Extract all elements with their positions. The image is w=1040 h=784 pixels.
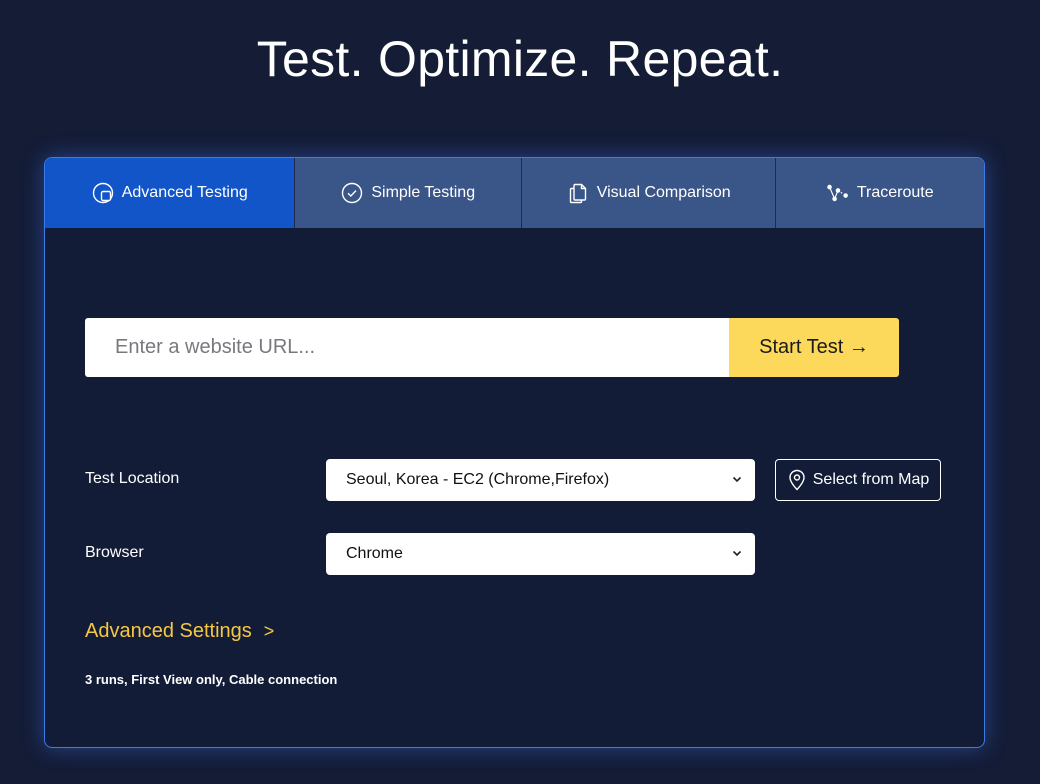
browser-select[interactable]: Chrome — [326, 533, 755, 575]
test-location-label: Test Location — [85, 470, 180, 487]
check-circle-icon — [341, 182, 363, 204]
test-location-select[interactable]: Seoul, Korea - EC2 (Chrome,Firefox) — [326, 459, 755, 501]
tab-label: Traceroute — [856, 184, 934, 201]
map-pin-icon — [789, 469, 805, 491]
tab-advanced-testing[interactable]: Advanced Testing — [45, 158, 295, 228]
browser-value: Chrome — [346, 545, 403, 562]
page-headline: Test. Optimize. Repeat. — [256, 31, 784, 87]
tab-traceroute[interactable]: Traceroute — [775, 158, 984, 228]
page: Test. Optimize. Repeat. Advanced Testing — [0, 0, 1040, 784]
tab-label: Visual Comparison — [596, 184, 731, 201]
tab-label: Simple Testing — [371, 184, 476, 201]
documents-icon — [567, 182, 589, 204]
test-location-value: Seoul, Korea - EC2 (Chrome,Firefox) — [346, 471, 610, 488]
test-card: Advanced Testing Simple Testing Visual C… — [44, 157, 985, 748]
advanced-testing-icon — [92, 182, 114, 204]
chevron-down-icon — [732, 550, 742, 557]
map-button-label: Select from Map — [812, 471, 930, 488]
url-input[interactable] — [85, 318, 729, 377]
tab-visual-comparison[interactable]: Visual Comparison — [520, 158, 776, 228]
advanced-settings-label: Advanced Settings — [85, 620, 252, 642]
tab-simple-testing[interactable]: Simple Testing — [294, 158, 521, 228]
tab-bar: Advanced Testing Simple Testing Visual C… — [45, 158, 984, 228]
chevron-down-icon — [732, 476, 742, 483]
url-form: Start Test → — [85, 318, 899, 377]
tab-label: Advanced Testing — [121, 184, 248, 201]
settings-summary: 3 runs, First View only, Cable connectio… — [85, 672, 338, 687]
select-from-map-button[interactable]: Select from Map — [775, 459, 941, 501]
start-test-button[interactable]: Start Test → — [729, 318, 899, 377]
advanced-settings-link[interactable]: Advanced Settings > — [85, 620, 274, 643]
chevron-right-icon: > — [263, 621, 275, 641]
browser-label: Browser — [85, 544, 144, 561]
route-nodes-icon — [827, 182, 849, 204]
